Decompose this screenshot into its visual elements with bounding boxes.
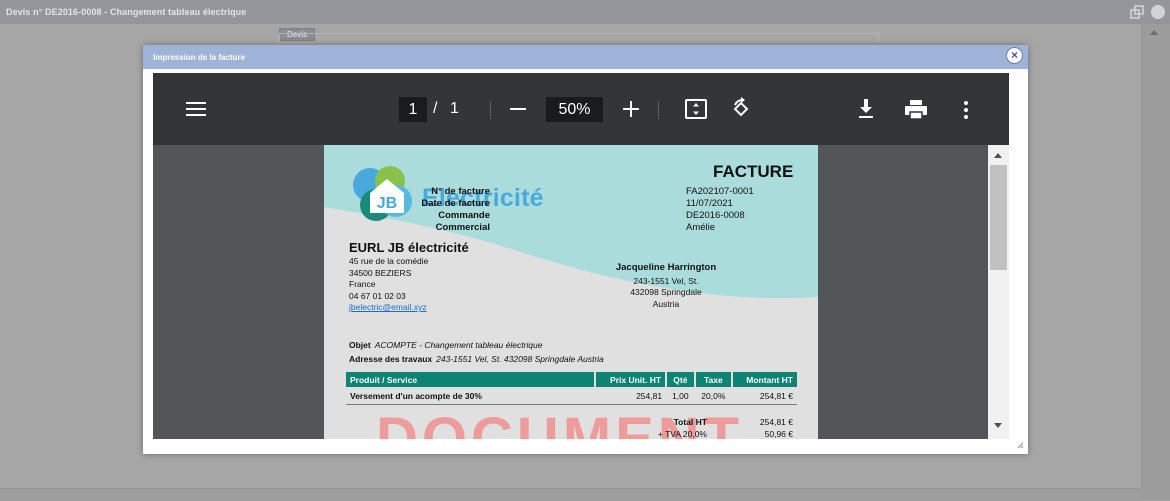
- client-city: 432098 Springdale: [630, 287, 702, 297]
- table-row: Versement d'un acompte de 30% 254,81 1,0…: [346, 387, 797, 405]
- total-row: Total HT 254,81 €: [594, 417, 797, 429]
- table-cell: 1,00: [666, 387, 695, 405]
- column-header: Produit / Service: [346, 372, 596, 387]
- work-address: Adresse des travaux 243-1551 Vel, St. 432…: [349, 354, 604, 364]
- meta-value: Amélie: [686, 222, 716, 233]
- pdf-page: JB Electricité FACTURE N° de facture FA20…: [324, 145, 818, 439]
- download-icon[interactable]: [858, 99, 874, 119]
- column-header: Taxe: [694, 372, 734, 387]
- total-value: 50,96 €: [764, 429, 793, 439]
- background-footer: [0, 488, 1141, 501]
- scroll-down-icon[interactable]: [994, 423, 1002, 428]
- scrollbar-thumb[interactable]: [990, 165, 1007, 270]
- pdf-scrollbar[interactable]: [988, 145, 1009, 439]
- company-email-link[interactable]: jbelectric@email.xyz: [349, 302, 428, 314]
- zoom-level-input[interactable]: 50%: [546, 97, 603, 122]
- background-panel-border: [279, 33, 879, 42]
- scroll-up-icon[interactable]: [994, 153, 1002, 158]
- invoice-totals: Total HT 254,81 € + TVA 20,0% 50,96 €: [594, 417, 797, 439]
- print-icon[interactable]: [905, 100, 927, 120]
- meta-value: FA202107-0001: [686, 186, 754, 197]
- company-name: EURL JB électricité: [349, 240, 469, 255]
- total-label: + TVA 20,0%: [657, 429, 707, 439]
- print-invoice-dialog: Impression de la facture × 1 / 1 50% JB …: [143, 45, 1028, 454]
- meta-label: Commercial: [435, 222, 490, 233]
- client-address: Jacqueline Harrington 243-1551 Vel, St. …: [586, 262, 746, 310]
- background-titlebar: Devis n° DE2016-0008 - Changement tablea…: [0, 0, 1170, 24]
- total-label: Total HT: [673, 417, 707, 427]
- menu-icon[interactable]: [186, 101, 206, 117]
- client-street: 243-1551 Vel, St.: [633, 275, 699, 286]
- client-country: Austria: [652, 298, 680, 309]
- restore-window-icon[interactable]: [1130, 5, 1144, 19]
- dialog-header[interactable]: Impression de la facture ×: [143, 45, 1028, 69]
- rotate-icon[interactable]: [729, 97, 753, 121]
- dialog-title: Impression de la facture: [153, 53, 246, 62]
- column-header: Prix Unit. HT: [595, 372, 668, 387]
- pdf-viewer: 1 / 1 50% JB Electricité FACTURE N° de f…: [153, 73, 1009, 439]
- scroll-up-icon[interactable]: [1150, 30, 1158, 35]
- total-row: + TVA 20,0% 50,96 €: [594, 429, 797, 439]
- table-cell: 254,81 €: [732, 387, 797, 405]
- invoice-items-table: Produit / Service Prix Unit. HT Qté Taxe…: [346, 372, 797, 405]
- work-address-label: Adresse des travaux: [349, 354, 433, 364]
- total-value: 254,81 €: [759, 417, 793, 427]
- company-street: 45 rue de la comédie: [349, 256, 429, 266]
- toolbar-divider: [490, 101, 491, 119]
- zoom-out-icon[interactable]: [510, 108, 526, 111]
- table-cell: 20,0%: [694, 387, 733, 405]
- meta-label: Date de facture: [421, 198, 490, 209]
- background-close-icon[interactable]: [1151, 5, 1165, 19]
- meta-value: 11/07/2021: [686, 198, 733, 209]
- fit-page-icon[interactable]: [685, 99, 707, 119]
- column-header: Montant HT: [732, 372, 797, 387]
- client-name: Jacqueline Harrington: [615, 262, 717, 273]
- meta-value: DE2016-0008: [686, 210, 745, 221]
- meta-label: Commande: [438, 210, 490, 221]
- page-separator: /: [433, 100, 438, 117]
- table-cell: Versement d'un acompte de 30%: [346, 387, 595, 405]
- object-label: Objet: [349, 340, 371, 350]
- dialog-close-button[interactable]: ×: [1006, 47, 1023, 64]
- document-title: FACTURE: [713, 162, 794, 181]
- company-city: 34500 BEZIERS: [349, 267, 412, 278]
- work-address-value: 243-1551 Vel, St. 432098 Springdale Aust…: [436, 354, 604, 364]
- company-country: France: [349, 279, 376, 289]
- company-address: 45 rue de la comédie 34500 BEZIERS Franc…: [349, 256, 428, 314]
- company-phone: 04 67 01 02 03: [349, 290, 406, 301]
- resize-grip-icon[interactable]: [1016, 441, 1024, 449]
- object-value: ACOMPTE - Changement tableau électrique: [374, 340, 543, 350]
- table-header-row: Produit / Service Prix Unit. HT Qté Taxe…: [346, 372, 797, 387]
- background-scrollbar[interactable]: [1141, 24, 1170, 500]
- zoom-in-icon[interactable]: [623, 101, 639, 117]
- toolbar-divider: [658, 101, 659, 119]
- column-header: Qté: [666, 372, 696, 387]
- more-options-icon[interactable]: [963, 100, 969, 120]
- meta-label: N° de facture: [431, 186, 490, 197]
- page-number-input[interactable]: 1: [399, 97, 427, 122]
- pdf-toolbar: 1 / 1 50%: [153, 73, 1009, 145]
- background-window-title: Devis n° DE2016-0008 - Changement tablea…: [6, 7, 247, 17]
- table-cell: 254,81: [595, 387, 667, 405]
- page-total: 1: [450, 100, 459, 117]
- invoice-object: Objet ACOMPTE - Changement tableau électr…: [349, 340, 542, 350]
